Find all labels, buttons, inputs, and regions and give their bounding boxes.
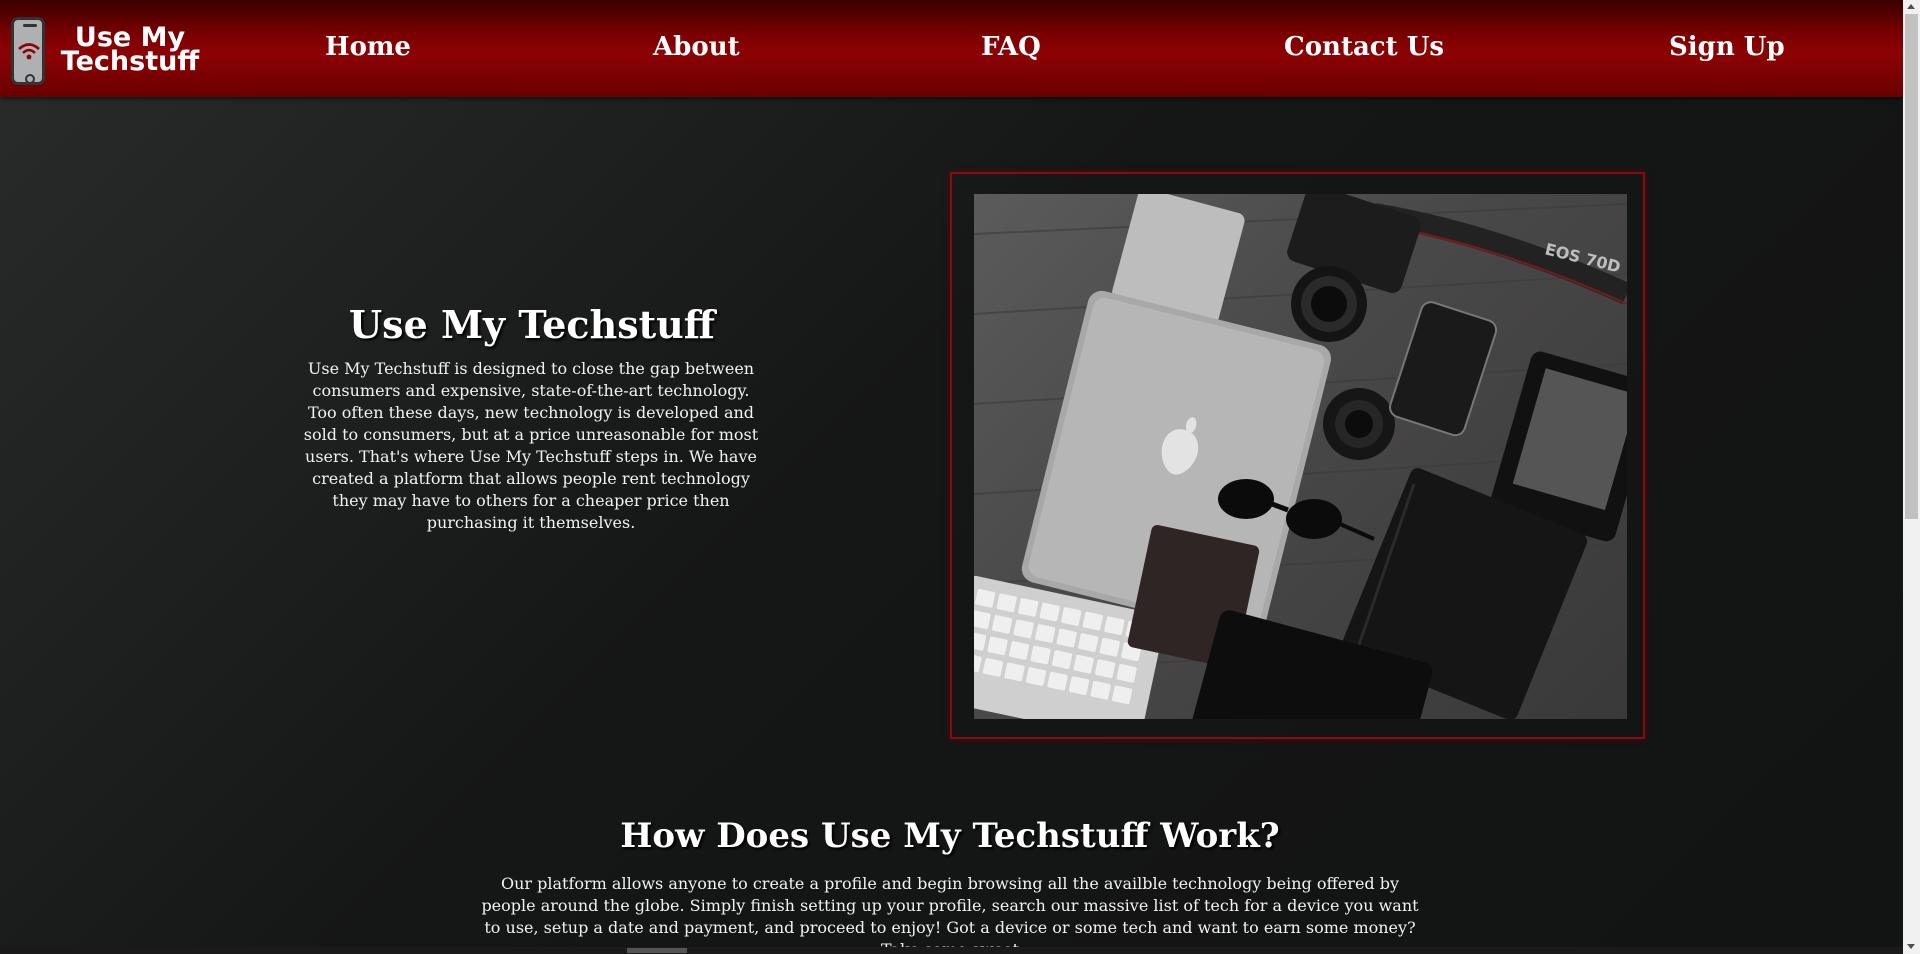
how-it-works-description: Our platform allows anyone to create a p… — [481, 874, 1419, 954]
nav-contact-link[interactable]: Contact Us — [1284, 32, 1444, 62]
nav-faq-link[interactable]: FAQ — [981, 32, 1041, 62]
site-logo[interactable]: Use My Techstuff — [8, 15, 200, 89]
scroll-up-arrow-icon[interactable] — [1907, 4, 1915, 9]
brand-name: Use My Techstuff — [60, 24, 200, 77]
horizontal-scrollbar[interactable] — [0, 947, 1903, 954]
vertical-scrollbar[interactable] — [1903, 0, 1920, 954]
brand-line-2: Techstuff — [60, 46, 200, 77]
horizontal-scroll-thumb[interactable] — [627, 948, 687, 953]
nav-home-link[interactable]: Home — [325, 32, 411, 62]
how-it-works-title: How Does Use My Techstuff Work? — [620, 816, 1280, 856]
vertical-scroll-thumb[interactable] — [1905, 14, 1918, 519]
hero-image-frame: EOS 70D — [950, 172, 1645, 739]
site-header: Use My Techstuff Home About FAQ Contact … — [0, 0, 1903, 97]
hero-title: Use My Techstuff — [349, 302, 715, 347]
hero-description: Use My Techstuff is designed to close th… — [303, 359, 759, 532]
phone-wifi-icon — [11, 17, 45, 85]
scroll-down-arrow-icon[interactable] — [1907, 944, 1915, 949]
tech-devices-photo: EOS 70D — [974, 194, 1627, 719]
page: Use My Techstuff Home About FAQ Contact … — [0, 0, 1903, 954]
nav-about-link[interactable]: About — [653, 32, 740, 62]
nav-signup-link[interactable]: Sign Up — [1669, 32, 1785, 62]
